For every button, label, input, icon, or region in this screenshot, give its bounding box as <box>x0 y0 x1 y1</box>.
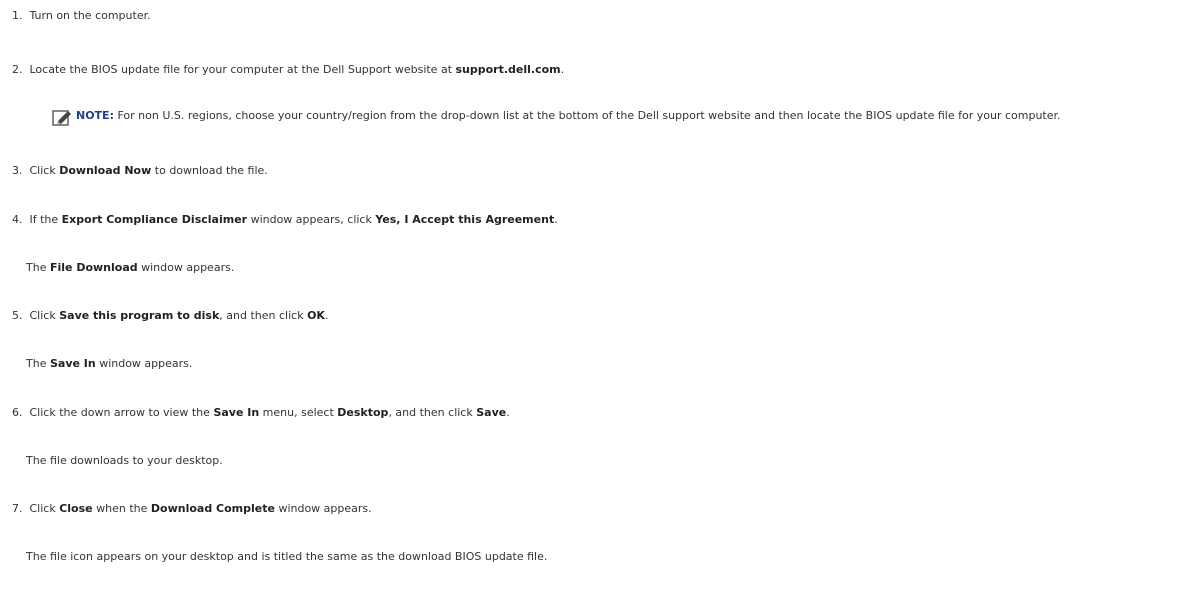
step-text: . <box>554 213 558 226</box>
step-4: 4. If the Export Compliance Disclaimer w… <box>12 213 558 227</box>
button-name: OK <box>307 309 325 322</box>
button-name: Download Now <box>59 164 152 177</box>
step-text: . <box>506 406 510 419</box>
step-text: Click the down arrow to view the <box>29 406 214 419</box>
step-number: 4. <box>12 213 23 226</box>
step-7: 7. Click Close when the Download Complet… <box>12 502 372 516</box>
button-name: Save <box>476 406 507 419</box>
step-1: 1. Turn on the computer. <box>12 9 151 23</box>
pencil-note-icon <box>52 110 72 126</box>
window-name: File Download <box>49 261 138 274</box>
step-text: when the <box>92 502 151 515</box>
result-text: window appears. <box>137 261 235 274</box>
window-name: Export Compliance Disclaimer <box>61 213 248 226</box>
step-4-result: The File Download window appears. <box>26 261 234 275</box>
step-3: 3. Click Download Now to download the fi… <box>12 164 268 178</box>
result-text: The <box>26 357 50 370</box>
note-body: For non U.S. regions, choose your countr… <box>113 109 1061 122</box>
note-text: NOTE: For non U.S. regions, choose your … <box>76 109 1176 122</box>
step-number: 7. <box>12 502 23 515</box>
step-text: window appears. <box>274 502 372 515</box>
step-text: Locate the BIOS update file for your com… <box>29 63 456 76</box>
step-6-result: The file downloads to your desktop. <box>26 454 223 468</box>
step-number: 3. <box>12 164 23 177</box>
result-text: The file downloads to your desktop. <box>26 454 223 467</box>
website-name: support.dell.com <box>455 63 561 76</box>
step-text: to download the file. <box>151 164 268 177</box>
result-text: The file icon appears on your desktop an… <box>26 550 548 563</box>
step-number: 1. <box>12 9 23 22</box>
menu-name: Save In <box>213 406 260 419</box>
step-text: Click <box>29 309 60 322</box>
instructions-page: 1. Turn on the computer. 2. Locate the B… <box>0 0 1180 590</box>
step-text: menu, select <box>259 406 338 419</box>
step-number: 5. <box>12 309 23 322</box>
step-text: Click <box>29 164 60 177</box>
step-text: window appears, click <box>247 213 376 226</box>
step-number: 2. <box>12 63 23 76</box>
window-name: Save In <box>49 357 96 370</box>
step-text: . <box>560 63 565 76</box>
step-7-result: The file icon appears on your desktop an… <box>26 550 547 564</box>
result-text: window appears. <box>95 357 193 370</box>
step-text: , and then click <box>388 406 477 419</box>
button-name: Close <box>59 502 93 515</box>
button-name: Yes, I Accept this Agreement <box>375 213 555 226</box>
step-text: If the <box>29 213 62 226</box>
step-6: 6. Click the down arrow to view the Save… <box>12 406 510 420</box>
option-name: Save this program to disk <box>59 309 220 322</box>
step-2: 2. Locate the BIOS update file for your … <box>12 63 564 77</box>
option-name: Desktop <box>337 406 389 419</box>
step-5-result: The Save In window appears. <box>26 357 192 371</box>
step-5: 5. Click Save this program to disk, and … <box>12 309 328 323</box>
step-text: Click <box>29 502 60 515</box>
note-label: NOTE: <box>76 109 114 122</box>
window-name: Download Complete <box>150 502 275 515</box>
step-number: 6. <box>12 406 23 419</box>
step-text: , and then click <box>219 309 308 322</box>
step-text: . <box>324 309 329 322</box>
result-text: The <box>26 261 50 274</box>
step-text: Turn on the computer. <box>29 9 151 22</box>
